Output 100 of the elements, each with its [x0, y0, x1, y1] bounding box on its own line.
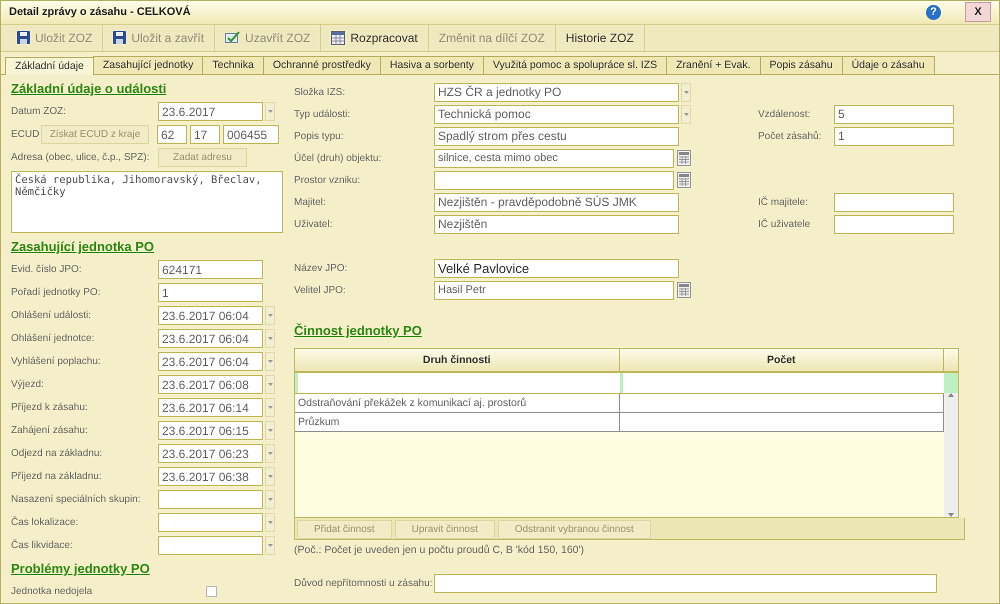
tab[interactable]: Základní údaje: [5, 56, 94, 75]
text-field[interactable]: Spadlý strom přes cestu: [434, 126, 679, 146]
datetime-field[interactable]: 23.6.2017 06:04: [158, 306, 263, 325]
text-field[interactable]: Nezjištěn - pravděpodobně SÚS JMK: [434, 192, 679, 212]
dropdown-button[interactable]: [265, 329, 275, 348]
field-label: Název JPO:: [294, 262, 348, 274]
text-field[interactable]: [834, 192, 954, 212]
tab[interactable]: Údaje o zásahu: [842, 56, 935, 74]
field-label: ECUD: [11, 129, 40, 140]
dropdown-button[interactable]: [681, 82, 691, 102]
datetime-field[interactable]: 23.6.2017 06:23: [158, 444, 263, 463]
tab[interactable]: Zasahující jednotky: [92, 56, 204, 74]
datetime-field[interactable]: 23.6.2017 06:04: [158, 352, 263, 371]
datetime-field[interactable]: 23.6.2017 06:15: [158, 421, 263, 440]
dropdown-button[interactable]: [265, 398, 275, 417]
field-label: Vyhlášení poplachu:: [11, 356, 102, 367]
text-field[interactable]: Nezjištěn: [434, 214, 679, 234]
caret-icon: [268, 475, 272, 478]
text-field[interactable]: [434, 574, 937, 593]
caret-icon: [268, 452, 272, 455]
datetime-field[interactable]: 23.6.2017 06:08: [158, 375, 263, 394]
toolbar-button[interactable]: Rozpracovat: [321, 24, 429, 51]
field-label: Velitel JPO:: [294, 284, 347, 296]
text-field[interactable]: silnice, cesta mimo obec: [434, 148, 674, 168]
tab[interactable]: Popis zásahu: [760, 56, 843, 74]
close-button[interactable]: X: [965, 2, 991, 22]
ecud-field[interactable]: 006455: [223, 125, 279, 144]
caret-icon: [684, 90, 688, 94]
field-label: Příjezd k zásahu:: [11, 402, 89, 413]
text-field[interactable]: [834, 214, 954, 234]
dropdown-button[interactable]: [265, 536, 275, 555]
new-row-cell[interactable]: [295, 373, 620, 393]
caret-icon: [268, 360, 272, 363]
caret-icon: [268, 498, 272, 501]
caret-icon: [268, 406, 272, 409]
caret-icon: [268, 429, 272, 432]
dropdown-button[interactable]: [265, 421, 275, 440]
dropdown-button[interactable]: [265, 467, 275, 486]
help-button[interactable]: ?: [926, 4, 941, 20]
field-label: IČ majitele:: [758, 196, 810, 208]
datetime-field[interactable]: [158, 513, 263, 532]
address-field[interactable]: Česká republika, Jihomoravský, Břeclav, Němčičky: [11, 171, 283, 233]
dropdown-button[interactable]: [681, 104, 691, 124]
text-field[interactable]: 1: [158, 283, 263, 302]
column-header: Počet: [620, 349, 944, 371]
dropdown-field[interactable]: Technická pomoc: [434, 104, 679, 124]
column-header: Druh činnosti: [295, 349, 620, 371]
dropdown-button[interactable]: [265, 306, 275, 325]
text-field[interactable]: Velké Pavlovice: [434, 258, 679, 278]
section-heading: Základní údaje o události: [11, 81, 166, 96]
caret-icon: [268, 337, 272, 340]
field-label: Zahájení zásahu:: [11, 425, 89, 436]
field-label: Uživatel:: [294, 218, 334, 230]
dropdown-button[interactable]: [265, 444, 275, 463]
toolbar-button[interactable]: Historie ZOZ: [556, 24, 645, 51]
caret-icon: [268, 314, 272, 317]
field-label: Výjezd:: [11, 379, 45, 390]
datetime-field[interactable]: [158, 536, 263, 555]
checkbox[interactable]: [206, 586, 217, 597]
field-label: Datum ZOZ:: [11, 106, 68, 117]
ecud-field[interactable]: 62: [157, 125, 187, 144]
list-picker-icon[interactable]: [677, 150, 691, 166]
dropdown-button[interactable]: [265, 352, 275, 371]
dropdown-field[interactable]: HZS ČR a jednotky PO: [434, 82, 679, 102]
datetime-field[interactable]: 23.6.2017 06:14: [158, 398, 263, 417]
caret-icon: [268, 110, 272, 113]
list-picker-icon[interactable]: [677, 282, 691, 298]
field-label: Ohlášení události:: [11, 310, 92, 321]
note-text: (Poč.: Počet je uveden jen u počtu proudů C, B 'kód 150, 160'): [294, 544, 586, 556]
field-label: Nasazení speciálních skupin:: [11, 494, 142, 505]
field-label: Prostor vzniku:: [294, 174, 362, 186]
new-row-cell[interactable]: [620, 373, 944, 393]
tab[interactable]: Technika: [202, 56, 264, 74]
scrollbar[interactable]: [944, 393, 958, 517]
text-field[interactable]: 624171: [158, 260, 263, 279]
text-field[interactable]: [434, 170, 674, 190]
tab[interactable]: Hasiva a sorbenty: [380, 56, 484, 74]
dropdown-button[interactable]: [265, 375, 275, 394]
text-field[interactable]: 1: [834, 126, 954, 146]
field-label: Ohlášení jednotce:: [11, 333, 96, 344]
tab[interactable]: Využitá pomoc a spolupráce sl. IZS: [482, 56, 668, 74]
list-picker-icon[interactable]: [677, 172, 691, 188]
datetime-field[interactable]: 23.6.2017 06:04: [158, 329, 263, 348]
dropdown-button[interactable]: [265, 513, 275, 532]
text-field[interactable]: Hasil Petr: [434, 280, 674, 300]
dropdown-button[interactable]: [265, 102, 275, 121]
text-field[interactable]: 5: [834, 104, 954, 124]
date-field[interactable]: 23.6.2017: [158, 102, 263, 121]
ecud-field[interactable]: 17: [190, 125, 220, 144]
new-row-indicator: [944, 373, 958, 393]
field-label: Jednotka nedojela: [11, 586, 94, 597]
datetime-field[interactable]: 23.6.2017 06:38: [158, 467, 263, 486]
tab[interactable]: Ochranné prostředky: [262, 56, 381, 74]
tab[interactable]: Zranění + Evak.: [666, 56, 761, 74]
datetime-field[interactable]: [158, 490, 263, 509]
field-label: Složka IZS:: [294, 86, 346, 98]
dropdown-button[interactable]: [265, 490, 275, 509]
section-heading: Zasahující jednotka PO: [11, 239, 154, 254]
field-label: Důvod nepřítomnosti u zásahu:: [294, 578, 434, 589]
field-label: Majitel:: [294, 196, 327, 208]
